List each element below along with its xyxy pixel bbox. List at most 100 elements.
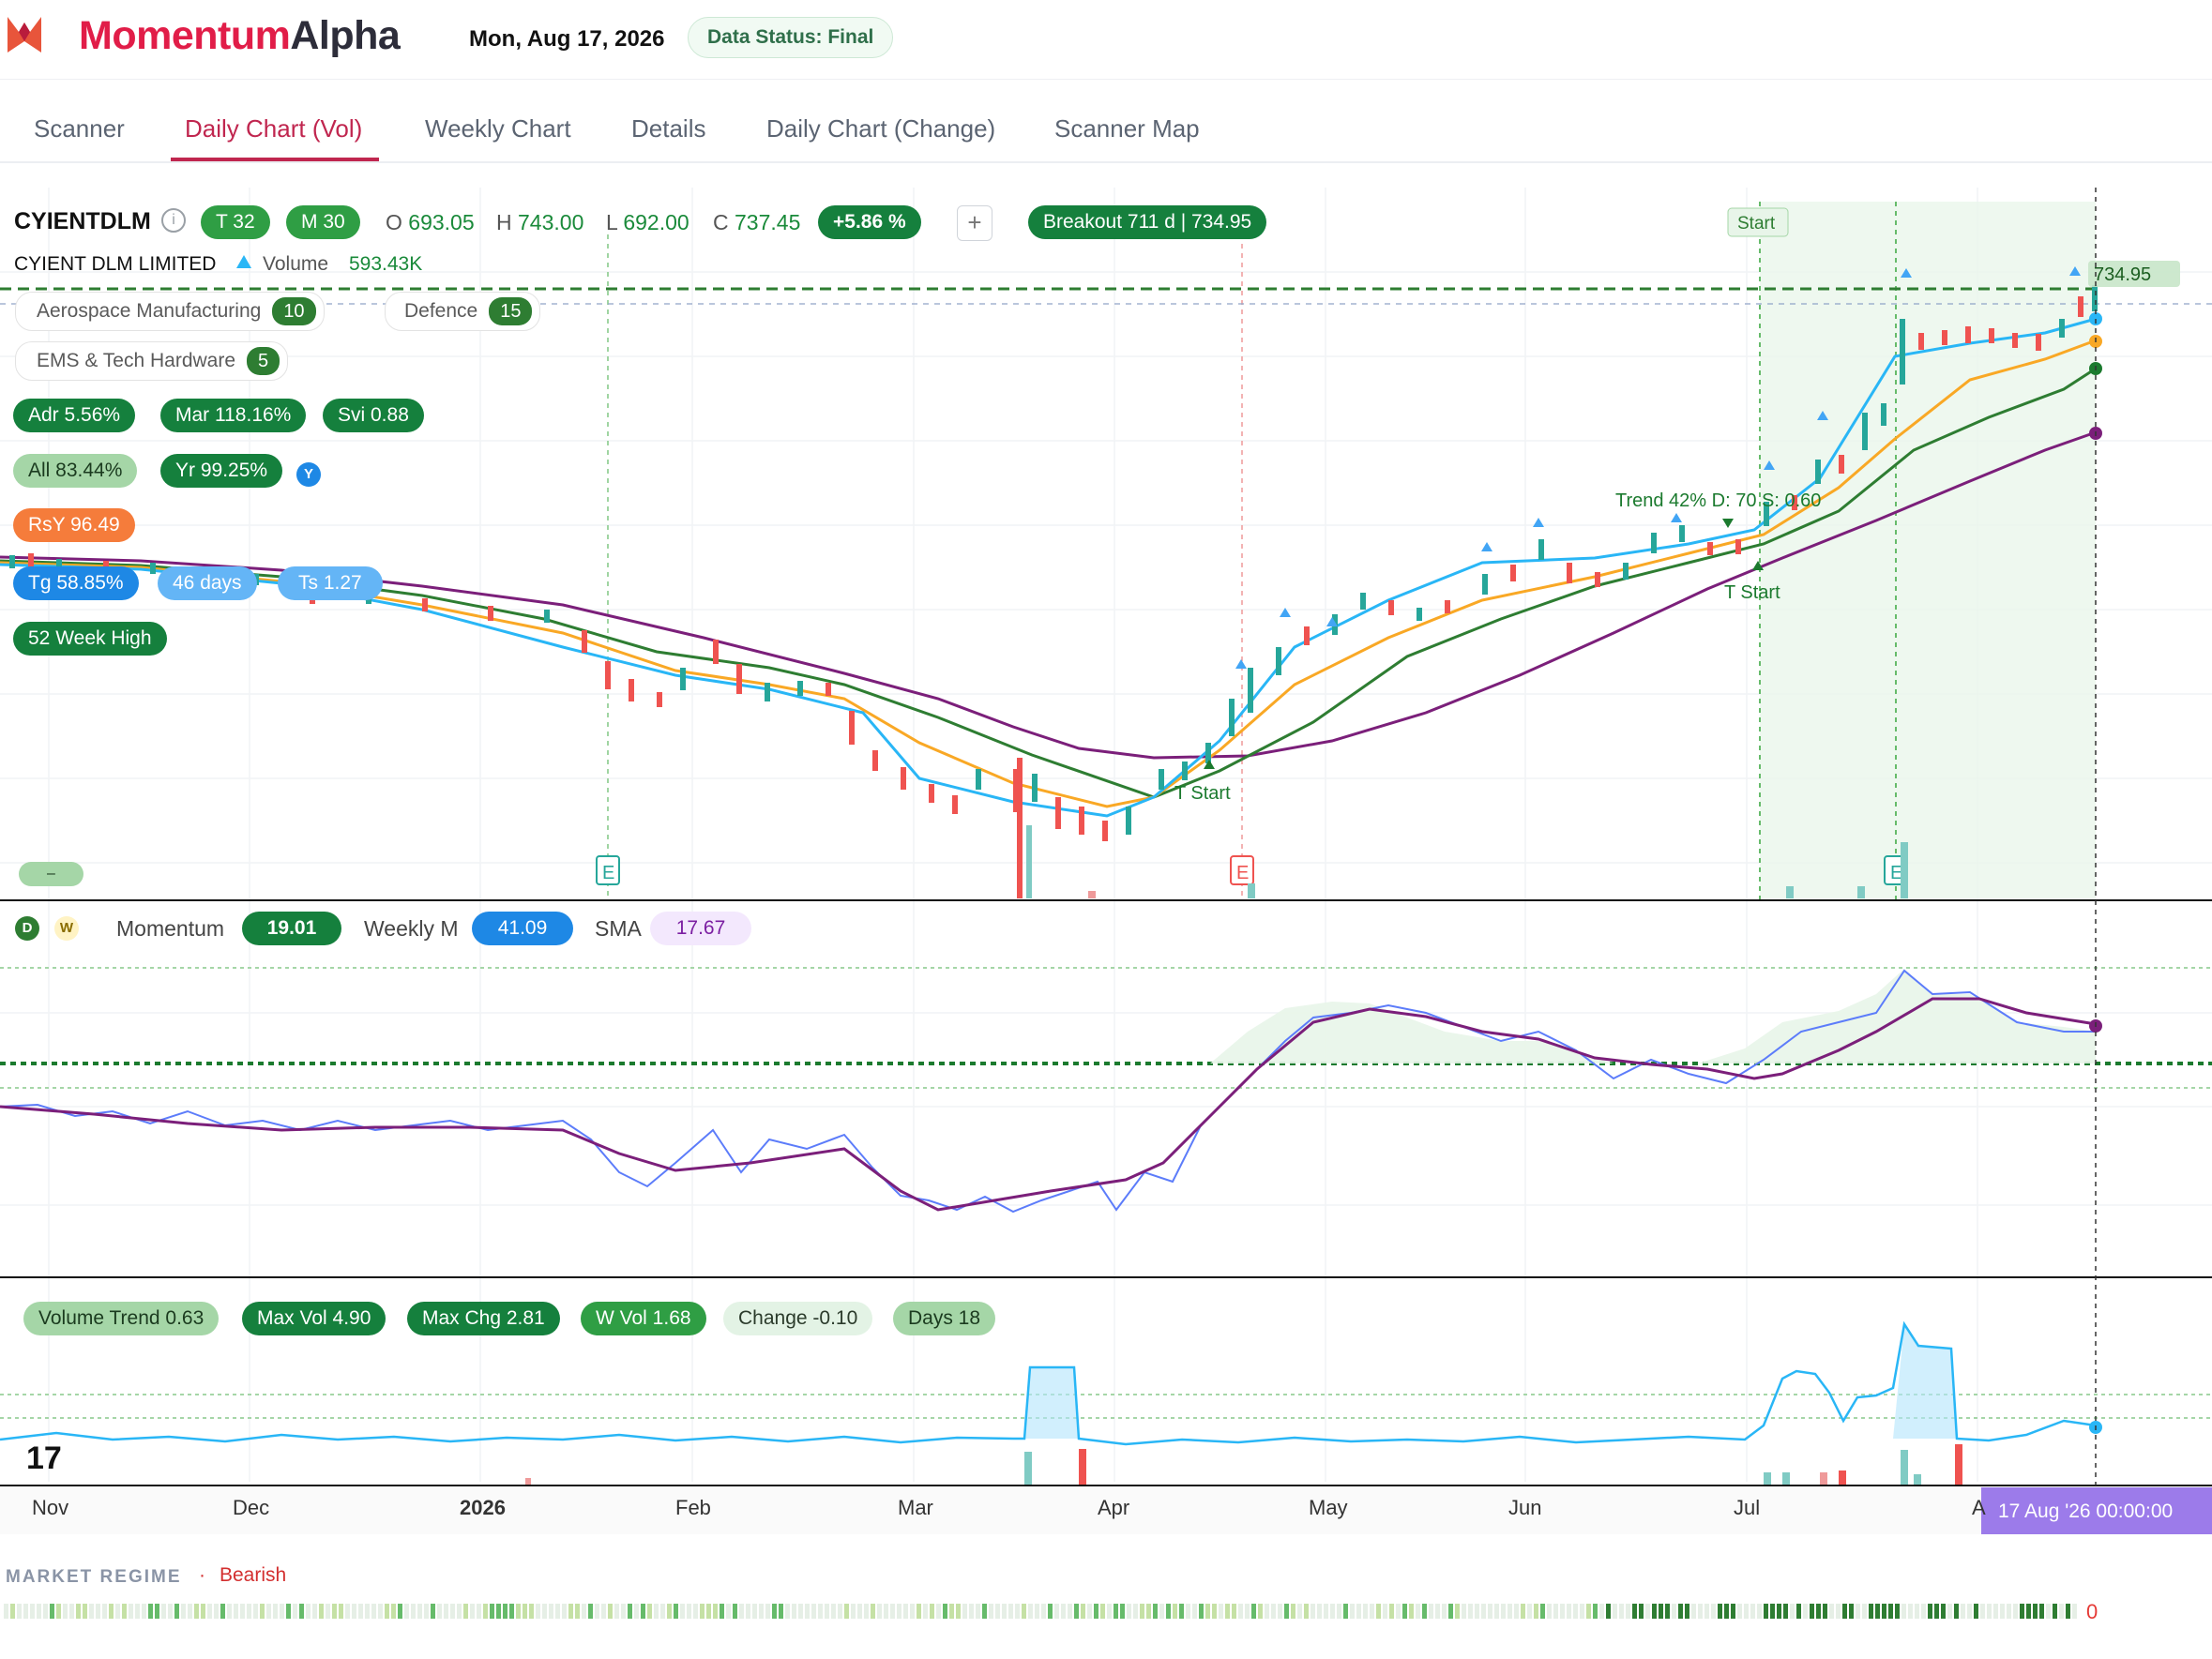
regime-cell — [253, 1604, 258, 1619]
info-icon[interactable]: i — [161, 208, 186, 233]
regime-cell — [1901, 1604, 1906, 1619]
top-bar: MomentumAlpha Mon, Aug 17, 2026 Data Sta… — [0, 0, 2212, 80]
add-indicator-button[interactable]: + — [957, 205, 992, 241]
regime-cell — [1915, 1604, 1919, 1619]
regime-cell — [1232, 1604, 1236, 1619]
regime-cell — [936, 1604, 941, 1619]
regime-cell — [345, 1604, 350, 1619]
regime-cell — [89, 1604, 94, 1619]
regime-cell — [1205, 1604, 1210, 1619]
regime-cell — [1475, 1604, 1479, 1619]
sector-chip-defence[interactable]: Defence 15 — [385, 292, 541, 331]
regime-cell — [831, 1604, 836, 1619]
regime-cell — [1842, 1604, 1847, 1619]
regime-cell — [588, 1604, 593, 1619]
regime-cell — [1586, 1604, 1591, 1619]
regime-cell — [1481, 1604, 1486, 1619]
regime-cell — [634, 1604, 639, 1619]
change-chip: Change -0.10 — [723, 1302, 873, 1335]
ts-chip: Ts 1.27 — [278, 566, 383, 600]
regime-cell — [1350, 1604, 1355, 1619]
regime-cell — [201, 1604, 205, 1619]
regime-cell — [1199, 1604, 1204, 1619]
regime-cell — [1317, 1604, 1322, 1619]
regime-cell — [17, 1604, 22, 1619]
days-vol-chip: Days 18 — [893, 1302, 996, 1335]
w-vol-chip: W Vol 1.68 — [581, 1302, 706, 1335]
regime-cell — [1593, 1604, 1598, 1619]
daily-toggle-badge[interactable]: D — [15, 916, 39, 941]
regime-cell — [1974, 1604, 1978, 1619]
regime-cell — [805, 1604, 810, 1619]
sector-chip-ems[interactable]: EMS & Tech Hardware 5 — [15, 341, 289, 381]
regime-cell — [293, 1604, 297, 1619]
x-label-2026: 2026 — [460, 1496, 506, 1519]
x-label-jul: Jul — [1734, 1496, 1761, 1519]
ticker-symbol[interactable]: CYIENTDLM — [14, 208, 151, 235]
regime-cell — [2059, 1604, 2064, 1619]
rsy-chip: RsY 96.49 — [13, 508, 135, 542]
regime-cell — [1856, 1604, 1860, 1619]
regime-cell — [1291, 1604, 1295, 1619]
regime-cell — [1304, 1604, 1309, 1619]
regime-cell — [1337, 1604, 1341, 1619]
regime-cell — [982, 1604, 987, 1619]
brand-name[interactable]: MomentumAlpha — [79, 13, 401, 59]
y-badge: Y — [296, 462, 321, 487]
regime-cell — [1954, 1604, 1959, 1619]
regime-cell — [352, 1604, 356, 1619]
regime-cell — [417, 1604, 422, 1619]
regime-cell — [720, 1604, 724, 1619]
regime-cell — [1494, 1604, 1499, 1619]
price-tag-label: 734.95 — [2094, 264, 2151, 285]
regime-cell — [1980, 1604, 1985, 1619]
regime-cell — [1573, 1604, 1578, 1619]
regime-cell — [1448, 1604, 1453, 1619]
regime-cell — [680, 1604, 685, 1619]
regime-cell — [752, 1604, 757, 1619]
regime-cell — [365, 1604, 370, 1619]
m-rank-chip[interactable]: M 30 — [286, 205, 360, 239]
regime-cell — [260, 1604, 265, 1619]
regime-cell — [30, 1604, 35, 1619]
price-chart[interactable]: Trend 42% D: 70 S: 0.60 T Start T Start … — [0, 188, 2212, 1538]
t-rank-chip[interactable]: T 32 — [201, 205, 270, 239]
regime-cell — [1153, 1604, 1158, 1619]
sector-chip-aerospace[interactable]: Aerospace Manufacturing 10 — [15, 292, 325, 331]
regime-cell — [214, 1604, 219, 1619]
regime-cell — [1967, 1604, 1972, 1619]
regime-cell — [529, 1604, 534, 1619]
tab-daily-chart-vol[interactable]: Daily Chart (Vol) — [185, 114, 362, 143]
regime-cell — [2020, 1604, 2024, 1619]
regime-cell — [1376, 1604, 1381, 1619]
regime-cell — [1081, 1604, 1085, 1619]
regime-cell — [1468, 1604, 1473, 1619]
ohlc-low: L 692.00 — [606, 210, 689, 234]
svi-chip: Svi 0.88 — [323, 399, 424, 432]
tab-scanner[interactable]: Scanner — [34, 114, 125, 143]
tab-bar: Scanner Daily Chart (Vol) Weekly Chart D… — [0, 94, 2212, 163]
regime-cell — [2039, 1604, 2044, 1619]
regime-cell — [976, 1604, 980, 1619]
max-chg-chip: Max Chg 2.81 — [407, 1302, 560, 1335]
regime-cell — [871, 1604, 875, 1619]
regime-cell — [1987, 1604, 1992, 1619]
regime-cell — [1947, 1604, 1952, 1619]
regime-cell — [332, 1604, 337, 1619]
tab-daily-chart-change[interactable]: Daily Chart (Change) — [766, 114, 995, 143]
tab-scanner-map[interactable]: Scanner Map — [1054, 114, 1200, 143]
regime-cell — [962, 1604, 967, 1619]
tab-details[interactable]: Details — [631, 114, 705, 143]
x-label-nov: Nov — [32, 1496, 69, 1519]
regime-cell — [1941, 1604, 1946, 1619]
regime-cell — [1127, 1604, 1131, 1619]
x-label-apr: Apr — [1098, 1496, 1130, 1519]
tg-chip: Tg 58.85% — [13, 566, 139, 600]
breakout-chip: Breakout 711 d | 734.95 — [1028, 205, 1267, 239]
collapse-legend-button[interactable]: – — [19, 862, 83, 886]
weekly-toggle-badge[interactable]: W — [54, 916, 79, 941]
weekly-m-label: Weekly M — [364, 916, 459, 941]
tab-weekly-chart[interactable]: Weekly Chart — [425, 114, 571, 143]
regime-cell — [1652, 1604, 1657, 1619]
regime-cell — [989, 1604, 993, 1619]
